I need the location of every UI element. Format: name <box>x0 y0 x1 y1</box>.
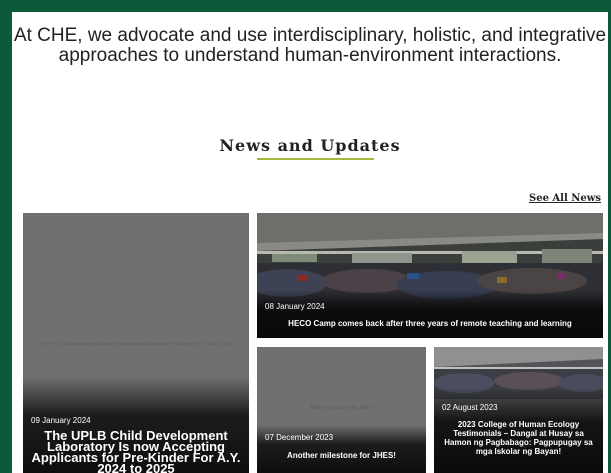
news-card-overlay <box>257 290 603 338</box>
news-card-che-testimonials[interactable]: 02 August 2023 2023 College of Human Eco… <box>434 347 603 473</box>
news-card-date: 08 January 2024 <box>265 302 325 311</box>
news-section-heading: News and Updates <box>219 136 401 155</box>
see-all-news-link[interactable]: See All News <box>529 193 601 204</box>
heading-underline <box>257 158 374 160</box>
news-card-faint-caption: The UPLB Child Development Laboratory is… <box>41 341 231 346</box>
news-card-faint-caption: Another milestone for JHES! <box>309 405 374 411</box>
news-card-date: 02 August 2023 <box>442 403 498 412</box>
news-card-jhes-milestone[interactable]: Another milestone for JHES! 07 December … <box>257 347 426 473</box>
news-card-date: 07 December 2023 <box>265 433 334 442</box>
news-card-heco-camp[interactable]: 08 January 2024 HECO Camp comes back aft… <box>257 213 603 338</box>
news-card-date: 09 January 2024 <box>31 416 91 425</box>
news-card-title[interactable]: Another milestone for JHES! <box>263 451 420 460</box>
news-card-title[interactable]: 2023 College of Human Ecology Testimonia… <box>442 420 595 456</box>
news-card-cdl-applicants[interactable]: The UPLB Child Development Laboratory is… <box>23 213 249 473</box>
intro-text: At CHE, we advocate and use interdiscipl… <box>13 25 607 66</box>
content-panel: At CHE, we advocate and use interdiscipl… <box>12 12 608 473</box>
news-card-title[interactable]: The UPLB Child Development Laboratory Is… <box>31 429 241 473</box>
news-card-title[interactable]: HECO Camp comes back after three years o… <box>267 319 593 328</box>
